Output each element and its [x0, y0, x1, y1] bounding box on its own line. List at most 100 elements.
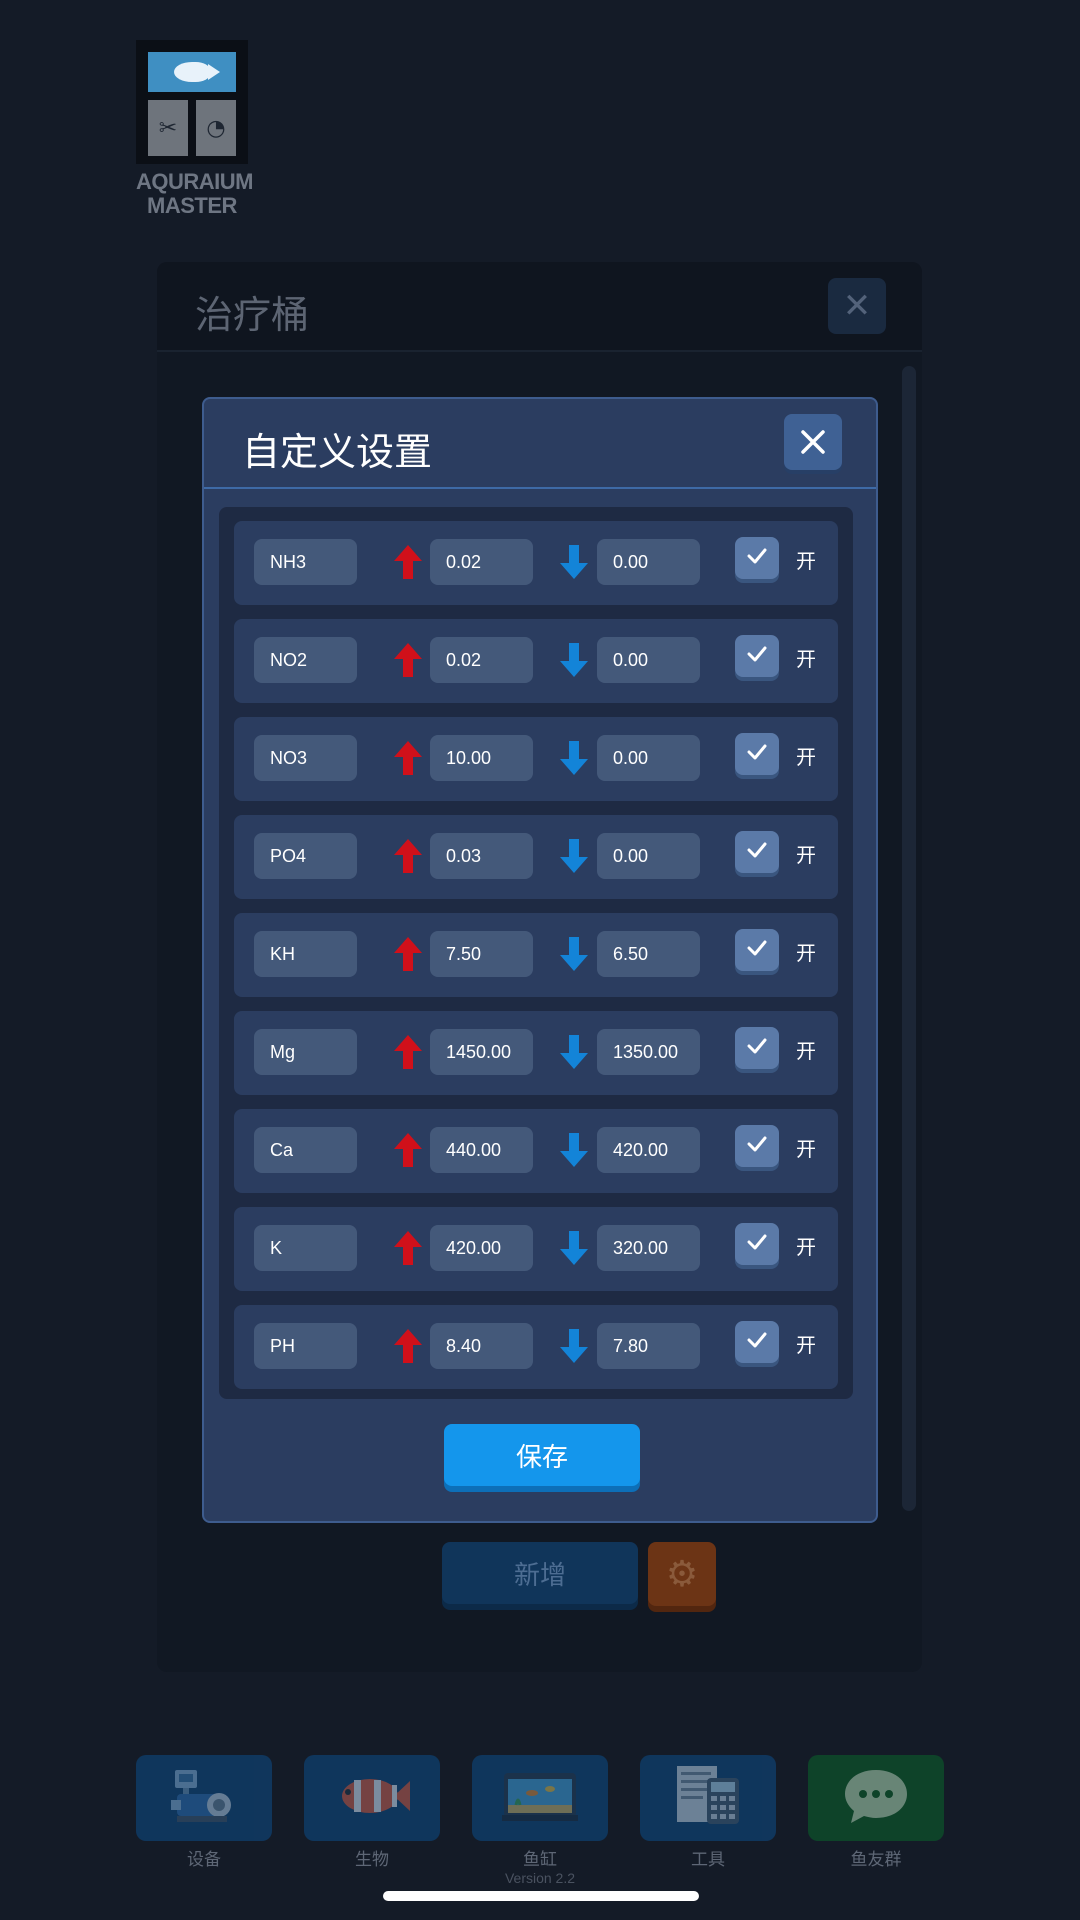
enable-checkbox[interactable]: [735, 831, 779, 873]
nav-tile[interactable]: [136, 1755, 272, 1841]
dialog-header: 自定义设置: [204, 399, 876, 489]
upper-limit-input[interactable]: 420.00: [430, 1225, 533, 1271]
arrow-down-icon: [559, 837, 589, 875]
checkmark-icon: [745, 642, 769, 670]
nav-tile[interactable]: [304, 1755, 440, 1841]
panel-close-button[interactable]: ✕: [828, 278, 886, 334]
parameter-name-field[interactable]: Ca: [254, 1127, 357, 1173]
parameter-row: K 420.00 320.00 开: [234, 1207, 838, 1291]
enable-checkbox[interactable]: [735, 1321, 779, 1363]
equipment-icon: [169, 1766, 239, 1830]
panel-scrollbar[interactable]: [902, 366, 916, 1511]
close-icon: [801, 430, 825, 454]
parameter-name-field[interactable]: NO2: [254, 637, 357, 683]
gear-icon[interactable]: ⚙: [648, 1542, 716, 1606]
dialog-title: 自定义设置: [242, 430, 433, 474]
enable-label: 开: [796, 1235, 816, 1259]
parameter-name-field[interactable]: NH3: [254, 539, 357, 585]
lower-limit-input[interactable]: 0.00: [597, 833, 700, 879]
lower-limit-input[interactable]: 0.00: [597, 637, 700, 683]
nav-tile[interactable]: [640, 1755, 776, 1841]
nav-item-1[interactable]: 生物: [304, 1755, 440, 1870]
parameter-name-field[interactable]: NO3: [254, 735, 357, 781]
arrow-up-icon: [393, 543, 423, 581]
home-indicator[interactable]: [383, 1891, 699, 1901]
checkmark-icon: [745, 740, 769, 768]
nav-item-3[interactable]: 工具: [640, 1755, 776, 1870]
parameter-row: Mg 1450.00 1350.00 开: [234, 1011, 838, 1095]
arrow-up-icon: [393, 739, 423, 777]
arrow-down-icon: [559, 641, 589, 679]
version-label: Version 2.2: [504, 1870, 576, 1886]
close-button[interactable]: [784, 414, 842, 470]
app-logo: ✂ ◔ AQURAIUM MASTER: [136, 40, 254, 218]
arrow-down-icon: [559, 543, 589, 581]
parameter-name-field[interactable]: PH: [254, 1323, 357, 1369]
lower-limit-input[interactable]: 6.50: [597, 931, 700, 977]
arrow-down-icon: [559, 935, 589, 973]
parameter-name-field[interactable]: PO4: [254, 833, 357, 879]
parameter-row: NO2 0.02 0.00 开: [234, 619, 838, 703]
enable-label: 开: [796, 941, 816, 965]
nav-label: 设备: [187, 1850, 221, 1870]
enable-checkbox[interactable]: [735, 1125, 779, 1167]
lower-limit-input[interactable]: 420.00: [597, 1127, 700, 1173]
lower-limit-input[interactable]: 1350.00: [597, 1029, 700, 1075]
enable-checkbox[interactable]: [735, 537, 779, 579]
nav-label: 工具: [691, 1850, 725, 1870]
parameter-row: PH 8.40 7.80 开: [234, 1305, 838, 1389]
enable-label: 开: [796, 843, 816, 867]
nav-tile[interactable]: [472, 1755, 608, 1841]
nav-label: 生物: [355, 1850, 389, 1870]
tools-icon: ✂: [148, 100, 188, 156]
parameter-name-field[interactable]: K: [254, 1225, 357, 1271]
enable-checkbox[interactable]: [735, 1223, 779, 1265]
upper-limit-input[interactable]: 1450.00: [430, 1029, 533, 1075]
enable-label: 开: [796, 1333, 816, 1357]
fish-tank-icon: [502, 1769, 578, 1827]
enable-checkbox[interactable]: [735, 635, 779, 677]
upper-limit-input[interactable]: 10.00: [430, 735, 533, 781]
logo-text: AQURAIUM MASTER: [136, 169, 254, 218]
lower-limit-input[interactable]: 7.80: [597, 1323, 700, 1369]
panel-title: 治疗桶: [195, 293, 310, 337]
parameter-name-field[interactable]: KH: [254, 931, 357, 977]
nav-item-0[interactable]: 设备: [136, 1755, 272, 1870]
upper-limit-input[interactable]: 440.00: [430, 1127, 533, 1173]
lower-limit-input[interactable]: 0.00: [597, 735, 700, 781]
arrow-down-icon: [559, 1229, 589, 1267]
enable-checkbox[interactable]: [735, 929, 779, 971]
arrow-up-icon: [393, 641, 423, 679]
lower-limit-input[interactable]: 0.00: [597, 539, 700, 585]
parameter-name-field[interactable]: Mg: [254, 1029, 357, 1075]
enable-label: 开: [796, 647, 816, 671]
nav-tile[interactable]: [808, 1755, 944, 1841]
nav-item-4[interactable]: 鱼友群: [808, 1755, 944, 1870]
checkmark-icon: [745, 838, 769, 866]
checkmark-icon: [745, 1034, 769, 1062]
enable-label: 开: [796, 549, 816, 573]
upper-limit-input[interactable]: 0.02: [430, 539, 533, 585]
enable-checkbox[interactable]: [735, 1027, 779, 1069]
clownfish-icon: [332, 1771, 412, 1825]
add-button[interactable]: 新增: [442, 1542, 638, 1604]
upper-limit-input[interactable]: 0.02: [430, 637, 533, 683]
nav-item-2[interactable]: 鱼缸: [472, 1755, 608, 1870]
parameter-row: NH3 0.02 0.00 开: [234, 521, 838, 605]
arrow-down-icon: [559, 739, 589, 777]
arrow-down-icon: [559, 1033, 589, 1071]
lower-limit-input[interactable]: 320.00: [597, 1225, 700, 1271]
arrow-down-icon: [559, 1327, 589, 1365]
parameter-row: NO3 10.00 0.00 开: [234, 717, 838, 801]
upper-limit-input[interactable]: 8.40: [430, 1323, 533, 1369]
checkmark-icon: [745, 1328, 769, 1356]
arrow-up-icon: [393, 1033, 423, 1071]
upper-limit-input[interactable]: 7.50: [430, 931, 533, 977]
custom-settings-dialog: 自定义设置 NH3 0.02 0.00 开 NO2 0.02 0.00 开 NO…: [202, 397, 878, 1523]
chat-icon: [841, 1766, 911, 1830]
save-button[interactable]: 保存: [444, 1424, 640, 1486]
upper-limit-input[interactable]: 0.03: [430, 833, 533, 879]
arrow-down-icon: [559, 1131, 589, 1169]
checkmark-icon: [745, 936, 769, 964]
enable-checkbox[interactable]: [735, 733, 779, 775]
